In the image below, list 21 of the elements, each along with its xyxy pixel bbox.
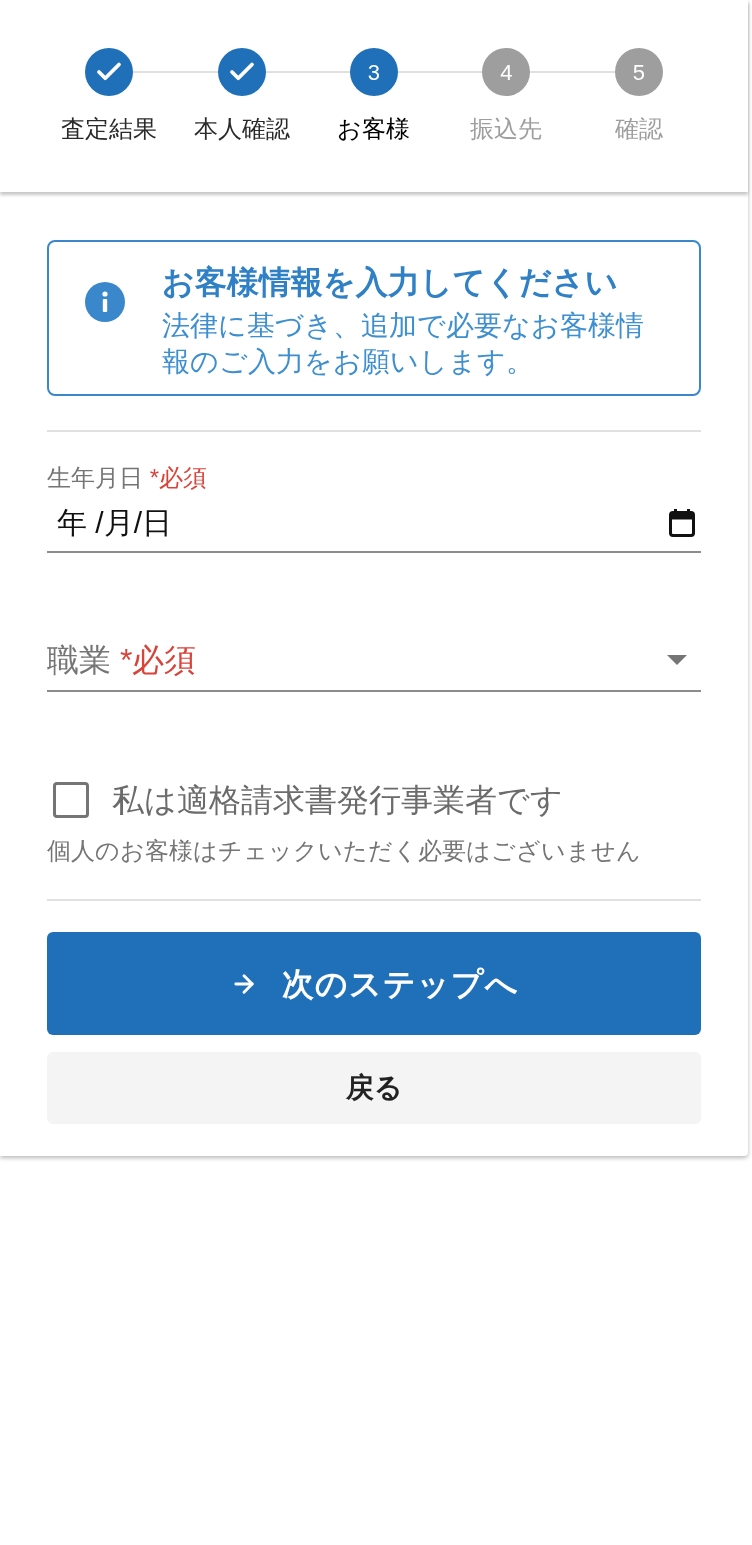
step-label: 本人確認: [193, 115, 290, 143]
checkbox-label: 私は適格請求書発行事業者です: [112, 781, 563, 820]
next-step-button[interactable]: 次のステップへ: [47, 932, 701, 1035]
date-field[interactable]: 年 /月/日: [47, 494, 701, 553]
select-field[interactable]: 職業 *必須: [47, 620, 701, 692]
step-label: お客様: [337, 115, 411, 143]
caret-icon: [667, 655, 687, 665]
step-label: 振込先: [470, 115, 543, 143]
calendar-icon: [669, 508, 695, 537]
step-label: 確認: [614, 115, 663, 143]
back-button[interactable]: 戻る: [47, 1052, 701, 1124]
step-label: 査定結果: [61, 115, 158, 143]
field-label: 生年月日 *必須: [47, 464, 208, 492]
info-icon: [85, 282, 125, 322]
step-number: 4: [482, 48, 531, 96]
helper-text: 個人のお客様はチェックいただく必要はございません: [47, 837, 642, 865]
notice-text: 法律に基づき、追加で必要なお客様情報のご入力をお願いします。: [162, 309, 645, 379]
checkbox[interactable]: [53, 782, 89, 818]
step-number: 3: [350, 48, 398, 96]
step-number: 5: [614, 48, 663, 96]
notice-title: お客様情報を入力してください: [162, 263, 619, 302]
